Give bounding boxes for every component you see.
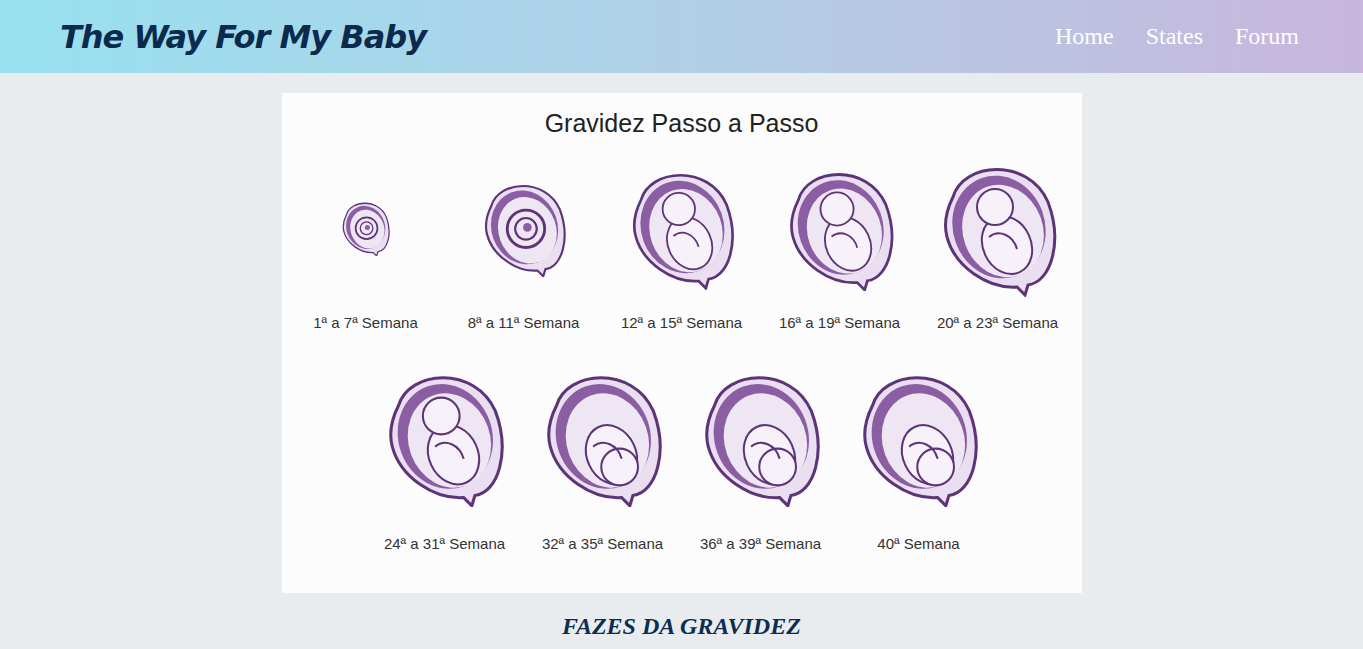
stage-art [694,361,827,511]
fetus-icon [780,163,900,292]
stage-label: 36ª a 39ª Semana [700,535,821,552]
stage-row: 1ª a 7ª Semana 8ª a 11ª Semana 12ª a 15ª S… [287,152,1077,331]
logo[interactable]: The Way For My Baby [60,18,426,56]
stage-label: 8ª a 11ª Semana [468,314,580,331]
stage: 24ª a 31ª Semana [366,361,524,552]
stage: 12ª a 15ª Semana [603,152,761,331]
nav-link[interactable]: States [1146,23,1203,50]
stage-label: 40ª Semana [877,535,959,552]
stage: 32ª a 35ª Semana [524,361,682,552]
stage-art [933,152,1063,302]
stage-label: 32ª a 35ª Semana [542,535,663,552]
stage-art [780,152,900,302]
figure-caption: FAZES DA GRAVIDEZ [562,613,801,640]
stage: 16ª a 19ª Semana [761,152,919,331]
infographic-title: Gravidez Passo a Passo [545,109,819,138]
nav-link[interactable]: Home [1055,23,1114,50]
fetus-icon [477,177,571,278]
fetus-icon [694,365,827,508]
stage: 36ª a 39ª Semana [682,361,840,552]
main-content: Gravidez Passo a Passo 1ª a 7ª Semana 8ª a… [0,73,1363,640]
fetus-icon [536,365,669,508]
stage-art [623,152,740,302]
pregnancy-infographic: Gravidez Passo a Passo 1ª a 7ª Semana 8ª a… [282,93,1082,593]
stage-row: 24ª a 31ª Semana 32ª a 35ª Semana 36ª a 39… [366,361,998,552]
fetus-icon [852,365,985,508]
stage-art [852,361,985,511]
nav: Home States Forum [1055,23,1299,50]
fetus-icon [933,157,1063,297]
stage-art [536,361,669,511]
header: The Way For My Baby Home States Forum [0,0,1363,73]
fetus-icon [378,365,511,508]
stage-art [378,361,511,511]
stage-label: 16ª a 19ª Semana [779,314,900,331]
stage: 8ª a 11ª Semana [445,152,603,331]
nav-link[interactable]: Forum [1235,23,1299,50]
fetus-icon [338,198,393,257]
stage-label: 20ª a 23ª Semana [937,314,1058,331]
stage-label: 1ª a 7ª Semana [313,314,418,331]
stage-label: 12ª a 15ª Semana [621,314,742,331]
stage: 20ª a 23ª Semana [919,152,1077,331]
fetus-icon [623,164,740,290]
stage-label: 24ª a 31ª Semana [384,535,505,552]
stage-art [477,152,571,302]
stage: 1ª a 7ª Semana [287,152,445,331]
stage: 40ª Semana [840,361,998,552]
stage-art [338,152,393,302]
page: The Way For My Baby Home States Forum Gravid… [0,0,1363,649]
